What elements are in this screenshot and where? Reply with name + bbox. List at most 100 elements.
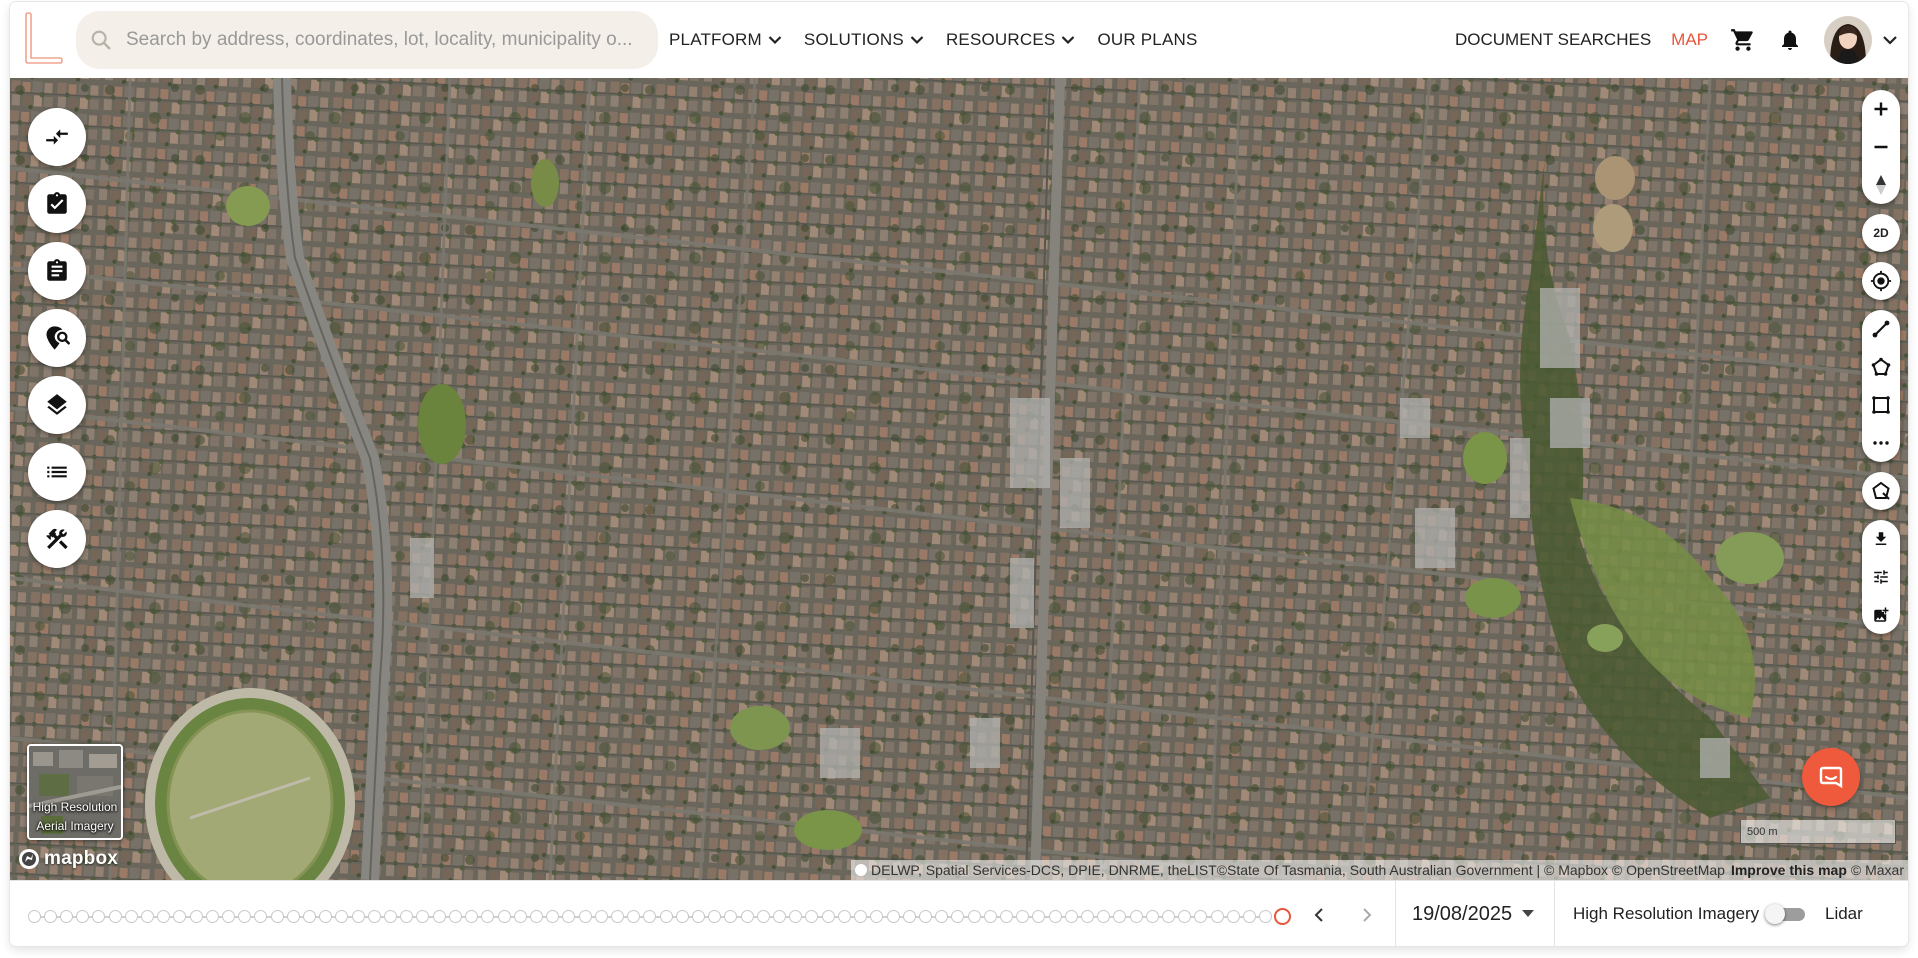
timeline-date-dot[interactable] [854,910,868,923]
timeline-date-dot[interactable] [983,910,997,923]
timeline-date-dot[interactable] [92,910,106,923]
timeline-date-dot[interactable] [1081,910,1094,923]
timeline-date-dot[interactable] [562,910,576,923]
list-button[interactable] [28,443,86,501]
timeline-date-dot[interactable] [351,910,365,923]
timeline-date-dot[interactable] [692,910,706,923]
timeline-date-dot[interactable] [27,910,41,923]
cart-button[interactable] [1730,27,1756,53]
nav-platform[interactable]: PLATFORM [669,30,782,50]
timeline-date-dot[interactable] [254,910,268,923]
timeline-date-dot[interactable] [1016,910,1030,923]
locate-button[interactable] [1862,262,1900,300]
shape-edit-button[interactable] [1862,472,1900,510]
timeline-date-dot-active[interactable] [1273,908,1291,925]
landchecker-logo[interactable] [20,12,64,66]
timeline-date-dot[interactable] [1129,910,1143,923]
timeline-date-dot[interactable] [627,910,641,923]
timeline-date-dot[interactable] [76,910,90,923]
timeline-date-dot[interactable] [319,910,333,923]
timeline-date-dot[interactable] [157,910,171,923]
timeline-date-dot[interactable] [837,910,851,923]
more-button[interactable] [1862,424,1900,462]
timeline-date-dot[interactable] [594,910,608,923]
document-searches-link[interactable]: DOCUMENT SEARCHES [1455,30,1651,50]
timeline-date-dot[interactable] [497,910,511,923]
timeline-date-dot[interactable] [108,910,122,923]
attribution-toggle[interactable] [855,864,868,876]
timeline-date-dot[interactable] [1145,910,1159,923]
timeline-date-dot[interactable] [1194,910,1208,923]
timeline-date-dot[interactable] [303,910,317,923]
timeline-date-dot[interactable] [465,910,479,923]
nav-our-plans[interactable]: OUR PLANS [1097,30,1197,50]
mapbox-logo[interactable]: mapbox [18,848,118,870]
timeline-date-dot[interactable] [789,910,803,923]
basemap-switcher[interactable]: High Resolution Aerial Imagery [27,744,123,840]
timeline-date-dot[interactable] [773,910,787,923]
chat-button[interactable] [1802,748,1860,806]
nav-solutions[interactable]: SOLUTIONS [804,30,924,50]
timeline-date-dot[interactable] [367,910,381,923]
timeline-date-dot[interactable] [270,910,284,923]
improve-map-link[interactable]: Improve this map [1731,862,1847,878]
map-link[interactable]: MAP [1671,30,1708,50]
timeline-date-dot[interactable] [432,910,446,923]
previous-date-button[interactable] [1306,902,1332,928]
timeline-date-dot[interactable] [967,910,981,923]
timeline-date-dot[interactable] [951,910,965,923]
timeline-date-dot[interactable] [448,910,462,923]
timeline-date-dot[interactable] [756,910,770,923]
timeline-date-dot[interactable] [400,910,414,923]
timeline-date-dot[interactable] [1097,910,1111,923]
timeline-date-dot[interactable] [918,910,932,923]
timeline-date-dot[interactable] [1064,910,1078,923]
next-date-button[interactable] [1354,902,1380,928]
timeline-date-dot[interactable] [546,910,560,923]
timeline-date-dot[interactable] [1113,910,1127,923]
timeline-date-dot[interactable] [124,910,138,923]
report-button[interactable] [28,242,86,300]
avatar[interactable] [1824,16,1872,64]
timeline-date-dot[interactable] [513,910,527,923]
map-canvas[interactable]: 2D High Resolution Aerial Imagery mapbox… [10,78,1908,880]
zoom-out-button[interactable] [1862,128,1900,166]
high-resolution-imagery-label[interactable]: High Resolution Imagery [1573,881,1759,946]
timeline-date-dot[interactable] [1243,910,1257,923]
timeline-date-dot[interactable] [675,910,689,923]
timeline-date-dot[interactable] [1032,910,1046,923]
timeline-date-dot[interactable] [140,910,154,923]
measure-line-button[interactable] [1862,310,1900,348]
timeline-date-dot[interactable] [659,910,673,923]
download-button[interactable] [1862,520,1900,558]
add-image-button[interactable] [1862,596,1900,634]
timeline-date-dot[interactable] [935,910,949,923]
zoom-in-button[interactable] [1862,90,1900,128]
timeline-date-dot[interactable] [708,910,722,923]
timeline-date-dot[interactable] [529,910,543,923]
timeline-date-dot[interactable] [416,910,430,923]
timeline-date-dot[interactable] [578,910,592,923]
tools-button[interactable] [28,510,86,568]
compare-button[interactable] [28,108,86,166]
timeline-date-dot[interactable] [740,910,754,923]
search-bar[interactable] [76,11,658,69]
timeline-date-dot[interactable] [902,910,916,923]
timeline-date-dot[interactable] [886,910,900,923]
timeline-date-dot[interactable] [189,910,203,923]
timeline-date-dot[interactable] [384,910,398,923]
location-search-button[interactable] [28,309,86,367]
timeline-date-dot[interactable] [173,910,187,923]
timeline-date-dot[interactable] [1048,910,1062,923]
checklist-button[interactable] [28,175,86,233]
view-2d-button[interactable]: 2D [1862,214,1900,252]
timeline-date-dot[interactable] [1210,910,1224,923]
timeline-date-dot[interactable] [481,910,495,923]
tune-button[interactable] [1862,558,1900,596]
timeline-date-dot[interactable] [805,910,819,923]
timeline-date-dot[interactable] [724,910,738,923]
nav-resources[interactable]: RESOURCES [946,30,1076,50]
layers-button[interactable] [28,376,86,434]
timeline-date-dot[interactable] [999,910,1013,923]
timeline-date-dot[interactable] [870,910,884,923]
